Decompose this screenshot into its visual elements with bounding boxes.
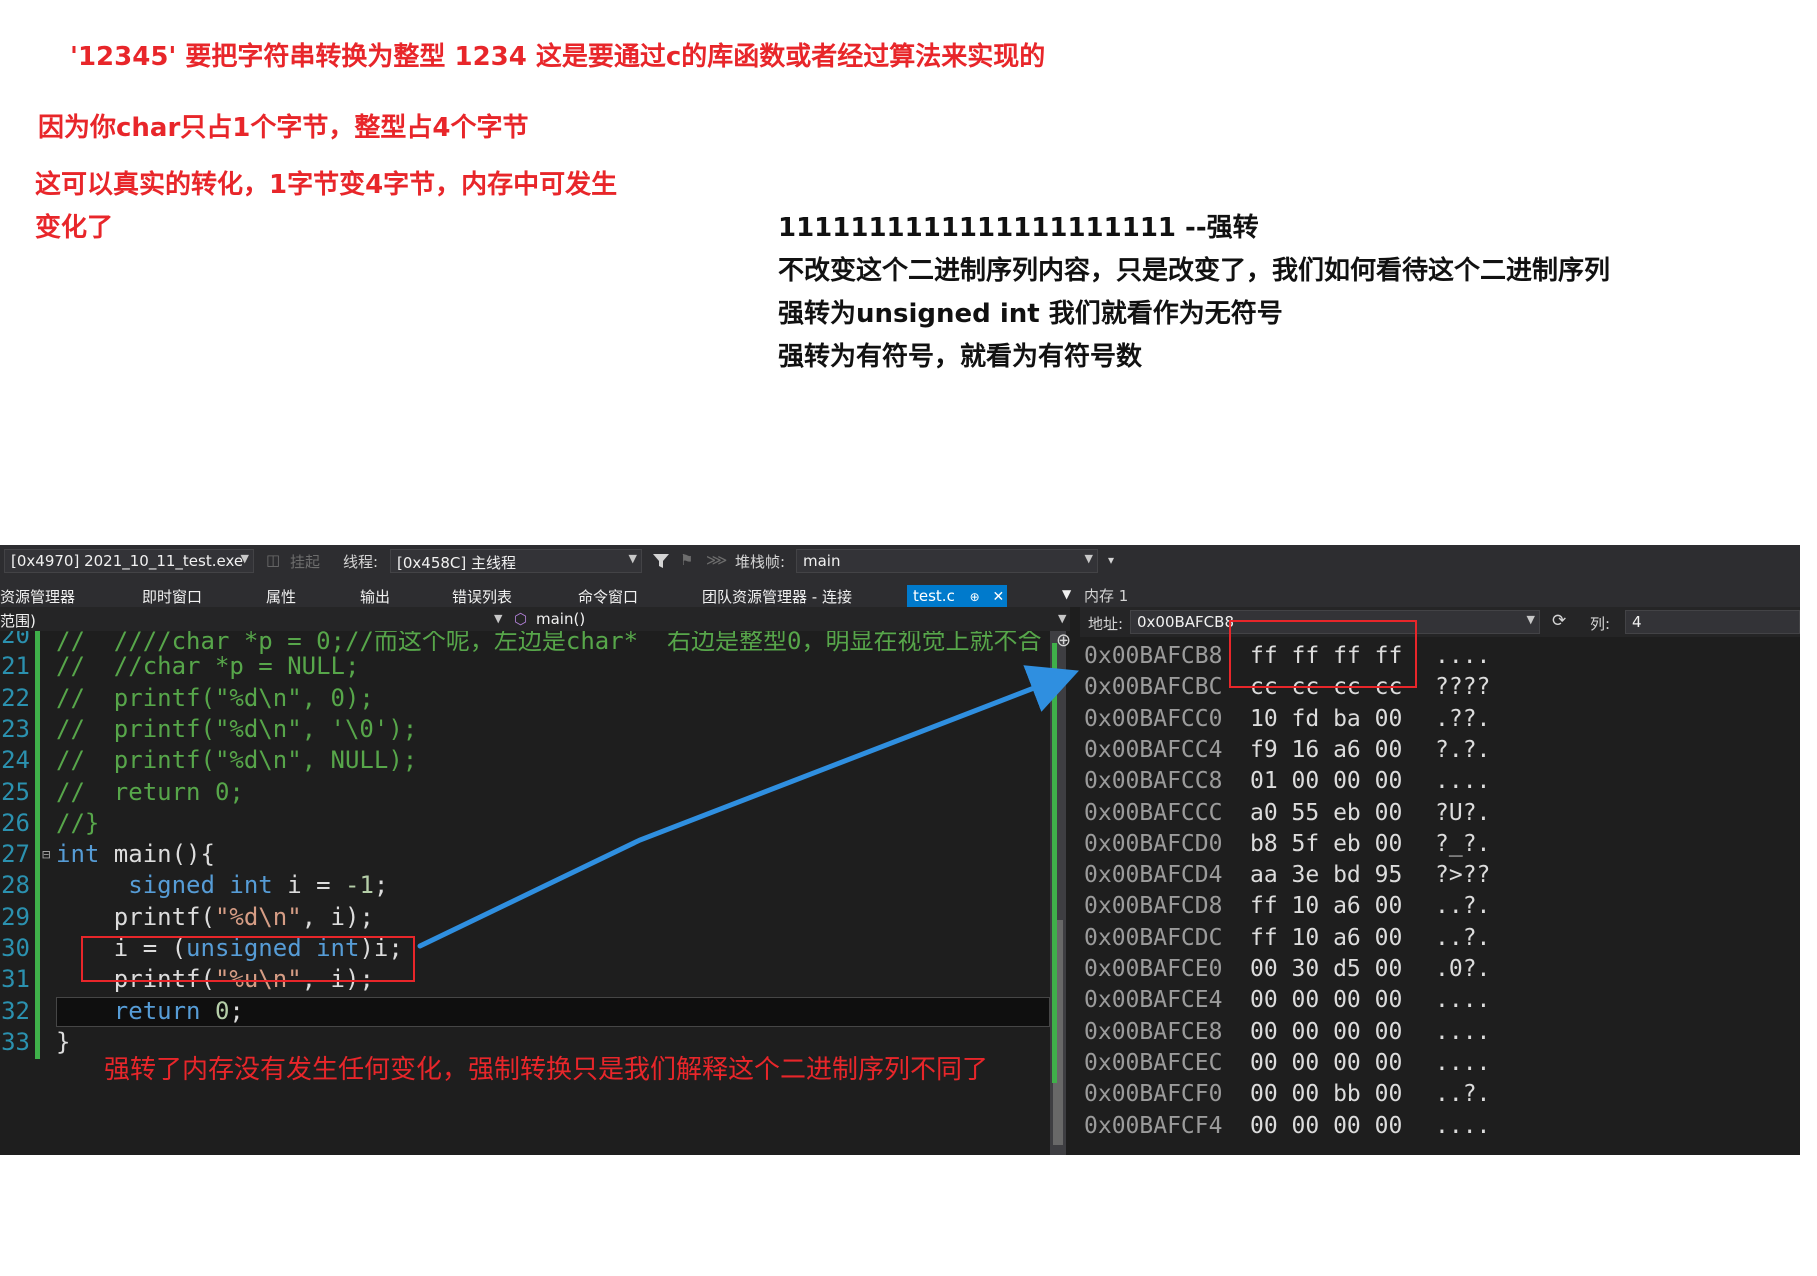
arrow-path <box>417 665 1079 949</box>
annotation-caption: 强转了内存没有发生任何变化，强制转换只是我们解释这个二进制序列不同了 <box>104 1055 989 1085</box>
